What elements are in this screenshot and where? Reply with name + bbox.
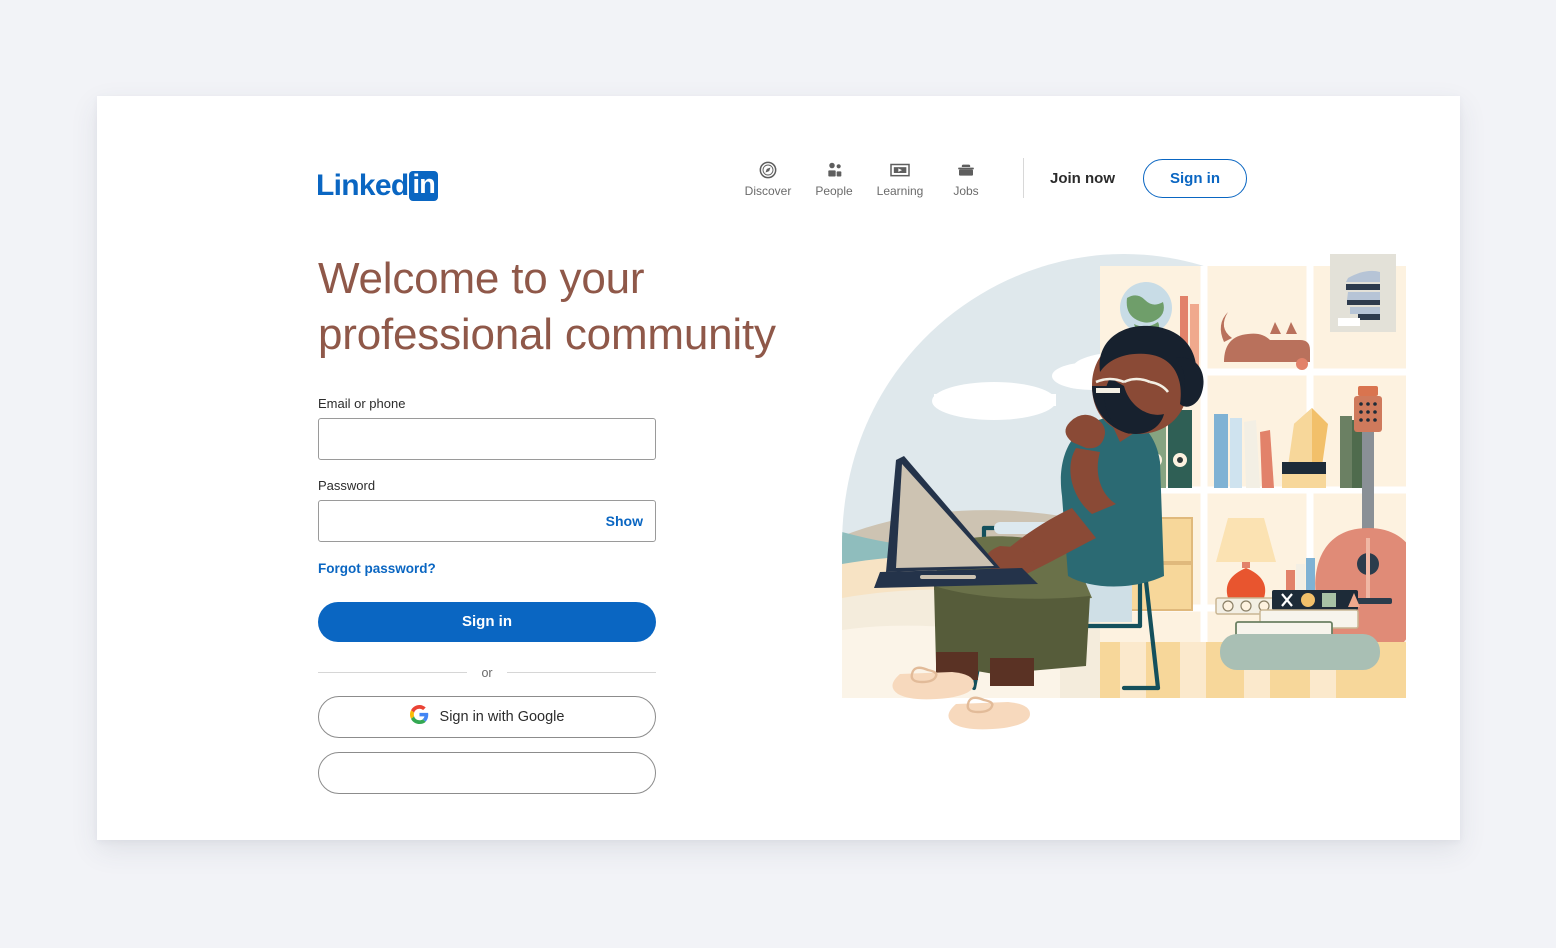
nav-divider: [1023, 158, 1024, 198]
headline-line-1: Welcome to your: [318, 254, 645, 303]
nav-label-learning: Learning: [876, 184, 924, 198]
nav-item-people[interactable]: People: [801, 159, 867, 197]
google-button-label: Sign in with Google: [439, 708, 565, 725]
page-root: Linked in Discover People Learning Jobs …: [0, 0, 1556, 948]
page-title: Welcome to your professional community: [318, 251, 838, 363]
login-form: Email or phone Password Show Forgot pass…: [318, 396, 656, 808]
divider-or: or: [318, 666, 656, 680]
nav-sign-in-button[interactable]: Sign in: [1143, 158, 1247, 198]
nav-right-group: Discover People Learning Jobs Join now S…: [735, 158, 1247, 198]
join-now-link[interactable]: Join now: [1044, 160, 1121, 197]
people-icon: [824, 159, 845, 180]
nav-label-people: People: [815, 184, 853, 198]
logo-wordmark: Linked: [316, 169, 409, 202]
divider-label: or: [481, 665, 493, 680]
nav-label-discover: Discover: [744, 184, 792, 198]
linkedin-logo[interactable]: Linked in: [316, 169, 439, 202]
hero-illustration: [824, 246, 1424, 806]
google-g-icon: [409, 705, 429, 728]
divider-line-left: [318, 672, 468, 674]
compass-icon: [758, 159, 778, 180]
nav-item-jobs[interactable]: Jobs: [933, 159, 999, 197]
show-password-button[interactable]: Show: [606, 513, 643, 529]
nav-label-jobs: Jobs: [953, 184, 979, 198]
email-input[interactable]: [319, 418, 655, 459]
nav-item-learning[interactable]: Learning: [867, 159, 933, 197]
sign-in-submit-button[interactable]: Sign in: [318, 601, 656, 642]
secondary-sso-button[interactable]: [318, 751, 656, 794]
illustration-svg: [842, 254, 1406, 730]
framed-art: [1330, 254, 1396, 332]
logo-in-mark: in: [409, 171, 439, 201]
login-card: Linked in Discover People Learning Jobs …: [97, 96, 1460, 840]
sign-in-with-google-button[interactable]: Sign in with Google: [318, 695, 656, 738]
divider-line-right: [506, 672, 656, 674]
top-navigation: Linked in Discover People Learning Jobs …: [97, 96, 1460, 226]
password-field-wrap[interactable]: Show: [318, 499, 656, 542]
password-label: Password: [318, 477, 376, 493]
learning-icon: [889, 159, 911, 180]
password-input[interactable]: [319, 500, 655, 541]
email-label: Email or phone: [318, 396, 406, 411]
nav-item-discover[interactable]: Discover: [735, 159, 801, 197]
forgot-password-link[interactable]: Forgot password?: [318, 561, 436, 576]
email-field-wrap[interactable]: [318, 417, 656, 460]
headline-line-2: professional community: [318, 309, 776, 359]
briefcase-icon: [956, 159, 976, 180]
